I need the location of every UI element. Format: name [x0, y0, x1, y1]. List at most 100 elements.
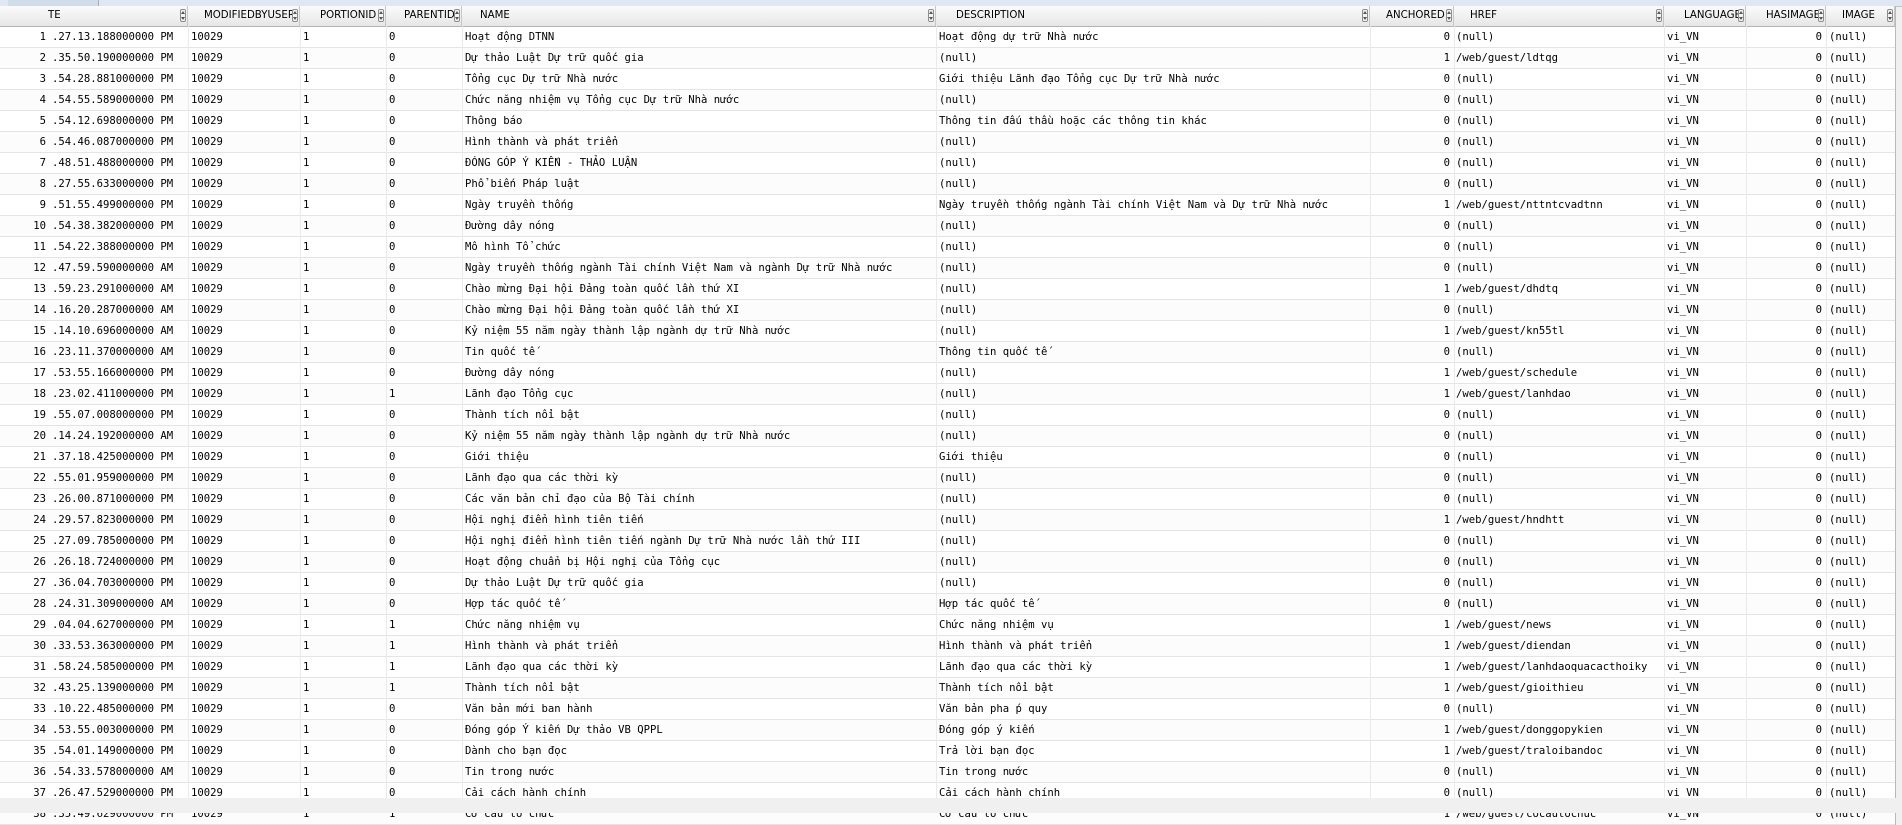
table-row[interactable]: 22.55.01.959000000 PM 10029 1 0 Lãnh đạo qua…	[0, 468, 1895, 489]
cell-image[interactable]: (null)	[1829, 657, 1892, 677]
cell-parentid[interactable]: 0	[389, 321, 458, 341]
row-number[interactable]: 23	[0, 489, 46, 509]
cell-parentid[interactable]: 0	[389, 363, 458, 383]
cell-description[interactable]: (null)	[939, 279, 1366, 299]
row-number[interactable]: 31	[0, 657, 46, 677]
cell-parentid[interactable]: 1	[389, 657, 458, 677]
row-number[interactable]: 35	[0, 741, 46, 761]
cell-description[interactable]: Lãnh đạo qua các thời kỳ	[939, 657, 1366, 677]
cell-portionid[interactable]: 1	[303, 489, 382, 509]
cell-hasimage[interactable]: 0	[1746, 258, 1822, 278]
cell-parentid[interactable]: 0	[389, 699, 458, 719]
row-number[interactable]: 2	[0, 48, 46, 68]
cell-modifiedbyuser[interactable]: 10029	[191, 27, 296, 47]
cell-image[interactable]: (null)	[1829, 258, 1892, 278]
cell-portionid[interactable]: 1	[303, 531, 382, 551]
cell-hasimage[interactable]: 0	[1746, 27, 1822, 47]
cell-name[interactable]: Chức năng nhiệm vụ Tổng cục Dự trữ Nhà n…	[465, 90, 932, 110]
cell-language[interactable]: vi_VN	[1667, 594, 1742, 614]
cell-href[interactable]: (null)	[1456, 174, 1662, 194]
cell-description[interactable]: (null)	[939, 258, 1366, 278]
cell-anchored[interactable]: 1	[1370, 48, 1450, 68]
cell-language[interactable]: vi_VN	[1667, 657, 1742, 677]
cell-language[interactable]: vi_VN	[1667, 300, 1742, 320]
cell-image[interactable]: (null)	[1829, 384, 1892, 404]
cell-href[interactable]: (null)	[1456, 69, 1662, 89]
cell-href[interactable]: (null)	[1456, 153, 1662, 173]
row-number[interactable]: 26	[0, 552, 46, 572]
cell-name[interactable]: Tin trong nước	[465, 762, 932, 782]
cell-name[interactable]: Đóng góp Ý kiến Dự thảo VB QPPL	[465, 720, 932, 740]
table-row[interactable]: 2.35.50.190000000 PM 10029 1 0 Dự thảo Luật …	[0, 48, 1895, 69]
cell-image[interactable]: (null)	[1829, 636, 1892, 656]
cell-anchored[interactable]: 0	[1370, 90, 1450, 110]
cell-href[interactable]: /web/guest/news	[1456, 615, 1662, 635]
cell-parentid[interactable]: 0	[389, 573, 458, 593]
table-row[interactable]: 23.26.00.871000000 PM 10029 1 0 Các văn bản …	[0, 489, 1895, 510]
cell-hasimage[interactable]: 0	[1746, 153, 1822, 173]
cell-name[interactable]: Chào mừng Đại hội Đảng toàn quốc lần thứ…	[465, 279, 932, 299]
cell-hasimage[interactable]: 0	[1746, 132, 1822, 152]
cell-language[interactable]: vi_VN	[1667, 447, 1742, 467]
cell-anchored[interactable]: 1	[1370, 636, 1450, 656]
cell-modifiedbyuser[interactable]: 10029	[191, 468, 296, 488]
cell-href[interactable]: (null)	[1456, 342, 1662, 362]
cell-hasimage[interactable]: 0	[1746, 699, 1822, 719]
cell-image[interactable]: (null)	[1829, 573, 1892, 593]
cell-te[interactable]: .27.09.785000000 PM	[52, 531, 184, 551]
table-row[interactable]: 15.14.10.696000000 AM 10029 1 0 Kỷ niệm 55 n…	[0, 321, 1895, 342]
cell-href[interactable]: (null)	[1456, 132, 1662, 152]
cell-modifiedbyuser[interactable]: 10029	[191, 741, 296, 761]
cell-parentid[interactable]: 0	[389, 90, 458, 110]
cell-name[interactable]: Dự thảo Luật Dự trữ quốc gia	[465, 48, 932, 68]
cell-te[interactable]: .26.00.871000000 PM	[52, 489, 184, 509]
cell-anchored[interactable]: 1	[1370, 384, 1450, 404]
cell-modifiedbyuser[interactable]: 10029	[191, 300, 296, 320]
table-row[interactable]: 7.48.51.488000000 PM 10029 1 0 ĐÓNG GÓP Ý KI…	[0, 153, 1895, 174]
cell-anchored[interactable]: 0	[1370, 426, 1450, 446]
cell-te[interactable]: .35.50.190000000 PM	[52, 48, 184, 68]
cell-parentid[interactable]: 0	[389, 405, 458, 425]
cell-hasimage[interactable]: 0	[1746, 174, 1822, 194]
cell-portionid[interactable]: 1	[303, 447, 382, 467]
cell-te[interactable]: .14.10.696000000 AM	[52, 321, 184, 341]
cell-hasimage[interactable]: 0	[1746, 69, 1822, 89]
row-number[interactable]: 27	[0, 573, 46, 593]
cell-language[interactable]: vi_VN	[1667, 489, 1742, 509]
sort-icon[interactable]	[454, 9, 460, 22]
cell-href[interactable]: /web/guest/kn55tl	[1456, 321, 1662, 341]
cell-image[interactable]: (null)	[1829, 447, 1892, 467]
cell-modifiedbyuser[interactable]: 10029	[191, 216, 296, 236]
cell-anchored[interactable]: 1	[1370, 321, 1450, 341]
cell-language[interactable]: vi_VN	[1667, 384, 1742, 404]
cell-anchored[interactable]: 1	[1370, 657, 1450, 677]
sort-icon[interactable]	[1738, 9, 1744, 22]
cell-portionid[interactable]: 1	[303, 237, 382, 257]
cell-hasimage[interactable]: 0	[1746, 552, 1822, 572]
cell-te[interactable]: .54.28.881000000 PM	[52, 69, 184, 89]
cell-description[interactable]: (null)	[939, 132, 1366, 152]
sort-icon[interactable]	[1887, 9, 1893, 22]
table-row[interactable]: 25.27.09.785000000 PM 10029 1 0 Hội nghị điể…	[0, 531, 1895, 552]
cell-description[interactable]: Đóng góp ý kiến	[939, 720, 1366, 740]
row-number[interactable]: 6	[0, 132, 46, 152]
cell-te[interactable]: .51.55.499000000 PM	[52, 195, 184, 215]
cell-name[interactable]: Văn bản mới ban hành	[465, 699, 932, 719]
table-row[interactable]: 11.54.22.388000000 PM 10029 1 0 Mô hình Tổ c…	[0, 237, 1895, 258]
column-header-parentid[interactable]: PARENTID	[386, 6, 462, 26]
cell-description[interactable]: (null)	[939, 174, 1366, 194]
cell-image[interactable]: (null)	[1829, 468, 1892, 488]
cell-te[interactable]: .27.13.188000000 PM	[52, 27, 184, 47]
cell-anchored[interactable]: 0	[1370, 237, 1450, 257]
cell-te[interactable]: .55.01.959000000 PM	[52, 468, 184, 488]
cell-portionid[interactable]: 1	[303, 90, 382, 110]
cell-parentid[interactable]: 0	[389, 741, 458, 761]
cell-description[interactable]: (null)	[939, 573, 1366, 593]
cell-name[interactable]: Các văn bản chỉ đạo của Bộ Tài chính	[465, 489, 932, 509]
cell-parentid[interactable]: 0	[389, 342, 458, 362]
cell-href[interactable]: /web/guest/schedule	[1456, 363, 1662, 383]
cell-description[interactable]: (null)	[939, 300, 1366, 320]
cell-image[interactable]: (null)	[1829, 741, 1892, 761]
cell-hasimage[interactable]: 0	[1746, 762, 1822, 782]
cell-portionid[interactable]: 1	[303, 615, 382, 635]
